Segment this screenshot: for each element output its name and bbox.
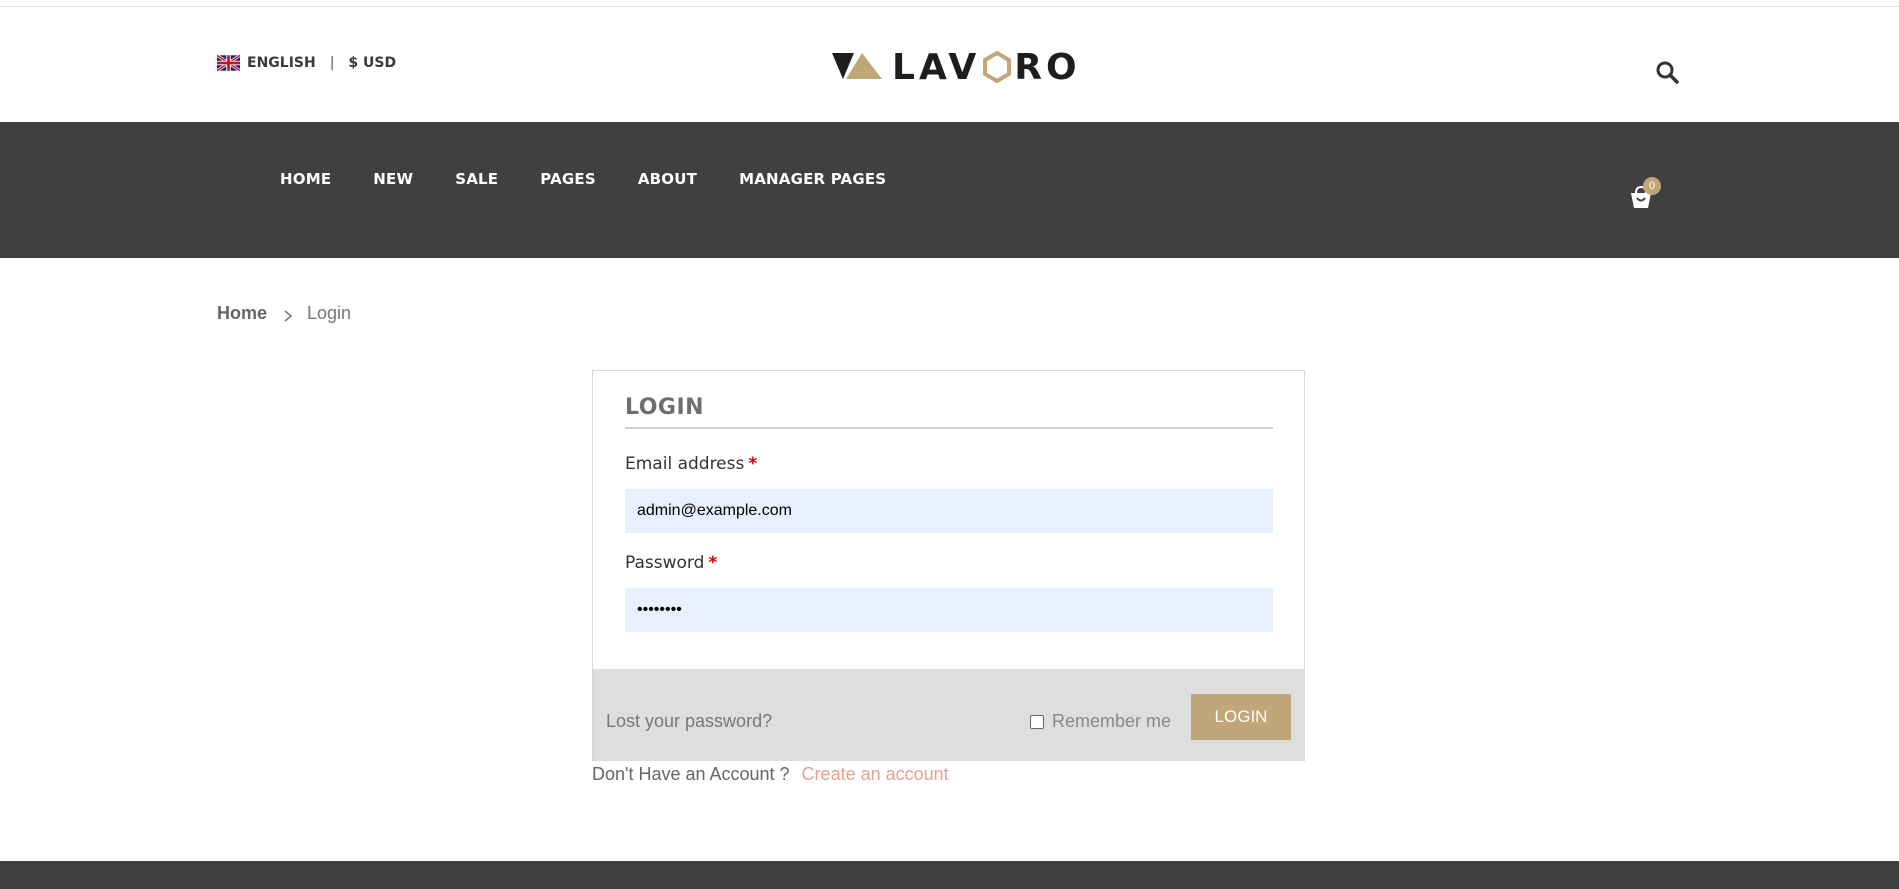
remember-me: Remember me	[1030, 711, 1171, 732]
logo-text-end: RO	[1014, 46, 1081, 88]
language-currency-switcher: ENGLISH | $ USD	[216, 54, 396, 72]
password-label: Password *	[625, 553, 717, 573]
lang-currency-separator: |	[329, 55, 335, 71]
nav-item-new[interactable]: NEW	[373, 170, 413, 188]
title-divider	[625, 427, 1273, 429]
login-form: LOGIN Email address* Password* Lost your…	[592, 370, 1305, 761]
login-button[interactable]: LOGIN	[1191, 694, 1291, 740]
logo-mark-icon	[832, 53, 882, 79]
required-mark: *	[708, 553, 718, 573]
logo-wordmark: LAV RO	[892, 47, 1081, 88]
breadcrumb-current: Login	[307, 303, 352, 323]
remember-me-checkbox[interactable]	[1030, 714, 1044, 729]
logo-text-start: LAV	[892, 46, 981, 88]
cart-count-badge: 0	[1643, 177, 1661, 195]
chevron-right-icon	[283, 307, 293, 322]
create-account-link[interactable]: Create an account	[802, 764, 949, 785]
password-label-text: Password	[625, 553, 705, 573]
main-navigation: HOME NEW SALE PAGES ABOUT MANAGER PAGES …	[0, 122, 1899, 258]
login-title: LOGIN	[625, 395, 705, 420]
breadcrumb-home-link[interactable]: Home	[217, 303, 267, 324]
no-account-text: Don't Have an Account ?	[592, 764, 790, 784]
nav-item-manager-pages[interactable]: MANAGER PAGES	[739, 170, 886, 188]
footer	[0, 861, 1899, 889]
logo-hexagon-icon	[983, 51, 1012, 83]
nav-item-about[interactable]: ABOUT	[638, 170, 697, 188]
header-top: ENGLISH | $ USD LAV RO	[0, 7, 1899, 122]
login-form-footer: Lost your password? Remember me LOGIN	[593, 669, 1304, 761]
lost-password-link[interactable]: Lost your password?	[606, 711, 772, 732]
password-field[interactable]	[625, 588, 1273, 632]
nav-menu: HOME NEW SALE PAGES ABOUT MANAGER PAGES	[280, 170, 928, 188]
language-selector[interactable]: ENGLISH	[247, 55, 316, 71]
nav-item-home[interactable]: HOME	[280, 170, 331, 188]
create-account-prompt: Don't Have an Account ? Create an accoun…	[592, 764, 949, 785]
breadcrumb: Home Login	[217, 303, 351, 324]
site-logo[interactable]: LAV RO	[832, 47, 1081, 88]
currency-selector[interactable]: $ USD	[348, 55, 396, 71]
email-label-text: Email address	[625, 454, 745, 474]
uk-flag-icon[interactable]	[216, 54, 241, 72]
nav-item-pages[interactable]: PAGES	[540, 170, 596, 188]
search-icon[interactable]	[1655, 60, 1681, 86]
email-label: Email address *	[625, 454, 757, 474]
remember-me-label[interactable]: Remember me	[1052, 711, 1171, 732]
nav-item-sale[interactable]: SALE	[455, 170, 498, 188]
required-mark: *	[748, 454, 758, 474]
email-field[interactable]	[625, 489, 1273, 533]
